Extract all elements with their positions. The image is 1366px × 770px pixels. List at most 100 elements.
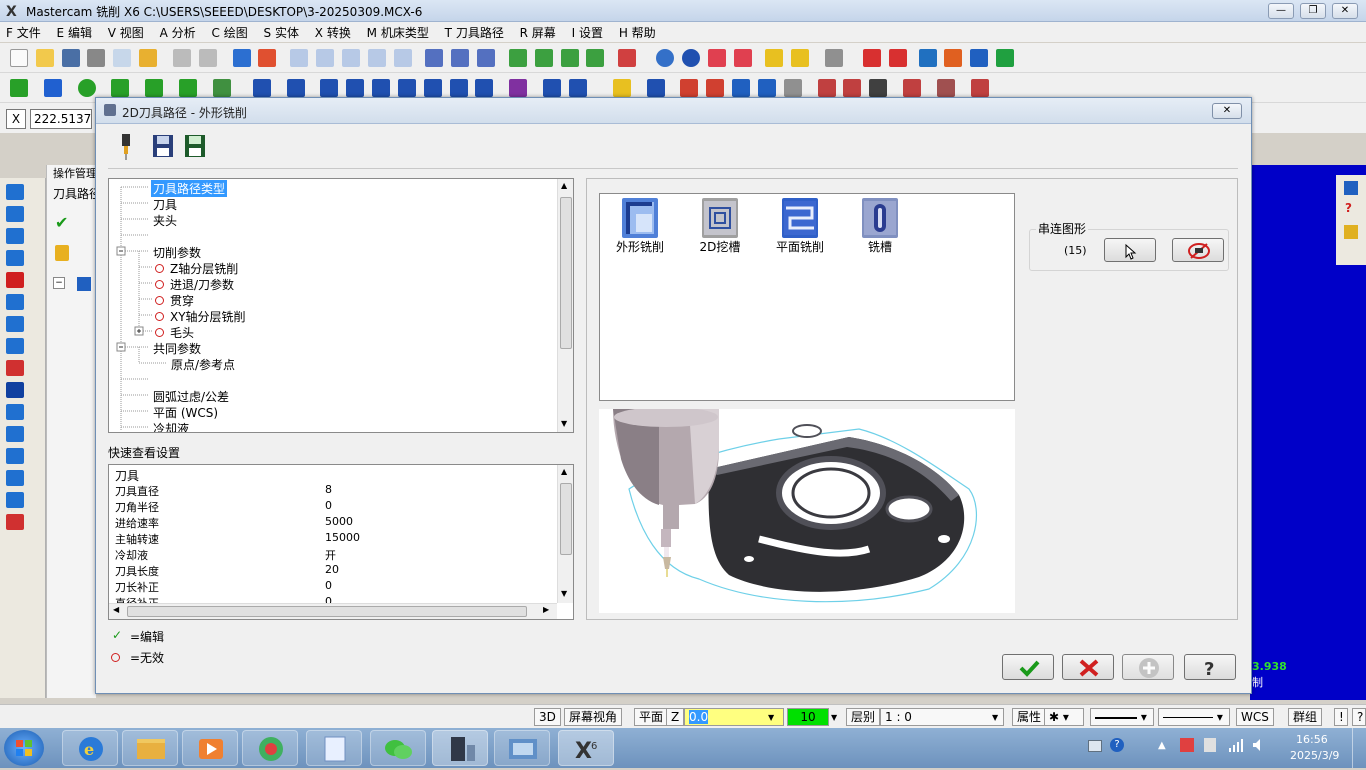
x-coordinate-field[interactable]: 222.5137 xyxy=(30,109,92,129)
tree-collapse-icon[interactable]: − xyxy=(53,277,65,289)
menu-help[interactable]: H 帮助 xyxy=(613,22,662,43)
move-icon[interactable] xyxy=(232,49,251,67)
warning-button[interactable]: ! xyxy=(1334,708,1348,726)
view-top-icon[interactable] xyxy=(534,49,553,67)
folder-icon[interactable] xyxy=(1344,225,1358,239)
volume-tray-icon[interactable] xyxy=(1252,738,1266,752)
print-icon[interactable] xyxy=(87,49,106,67)
menu-file[interactable]: F 文件 xyxy=(0,22,47,43)
menu-analyze[interactable]: A 分析 xyxy=(154,22,202,43)
transform-icon[interactable] xyxy=(918,49,937,67)
scroll-down-icon[interactable]: ▼ xyxy=(561,589,567,598)
clock-date[interactable]: 2025/3/9 xyxy=(1290,749,1339,762)
help-tray-icon[interactable]: ? xyxy=(1110,738,1124,752)
table-icon[interactable] xyxy=(680,79,699,97)
line-style-dropdown[interactable]: ▾ xyxy=(1090,708,1154,726)
point-icon[interactable] xyxy=(10,79,28,97)
curve-icon[interactable] xyxy=(509,79,528,97)
surface-icon[interactable] xyxy=(732,79,751,97)
box-solid-icon[interactable] xyxy=(6,382,24,398)
group-button[interactable]: 群组 xyxy=(1288,708,1323,726)
close-button[interactable]: ✕ xyxy=(1332,3,1358,19)
z-label[interactable]: Z xyxy=(666,708,684,726)
rectangle-icon[interactable] xyxy=(111,79,130,97)
zoom-window-icon[interactable] xyxy=(316,49,335,67)
zoom-target-icon[interactable] xyxy=(393,49,412,67)
show-desktop-button[interactable] xyxy=(1352,728,1366,768)
help-icon[interactable]: ? xyxy=(1345,201,1352,215)
ruler-icon[interactable] xyxy=(757,79,776,97)
new-file-icon[interactable] xyxy=(10,49,28,67)
zoom-in-icon[interactable] xyxy=(341,49,360,67)
export-icon[interactable] xyxy=(995,49,1014,67)
break-icon[interactable] xyxy=(286,79,305,97)
arc-icon[interactable] xyxy=(6,228,24,244)
save-params-icon[interactable] xyxy=(152,134,174,158)
redo-icon[interactable] xyxy=(198,49,217,67)
solid-red-icon[interactable] xyxy=(6,272,24,288)
scroll-up-icon[interactable]: ▲ xyxy=(561,181,567,190)
maximize-button[interactable]: ❐ xyxy=(1300,3,1326,19)
gear-icon[interactable] xyxy=(1344,181,1358,195)
explorer-icon[interactable] xyxy=(122,730,178,766)
scroll-up-icon[interactable]: ▲ xyxy=(561,467,567,476)
pin-icon[interactable] xyxy=(825,49,844,67)
menu-machine-type[interactable]: M 机床类型 xyxy=(361,22,435,43)
scroll-down-icon[interactable]: ▼ xyxy=(561,419,567,428)
import-icon[interactable] xyxy=(6,448,24,464)
dimension-icon[interactable] xyxy=(543,79,562,97)
level-label[interactable]: 层别 xyxy=(846,708,881,726)
level-field[interactable]: 10 xyxy=(787,708,829,726)
eraser-icon[interactable] xyxy=(707,49,726,67)
media-player-icon[interactable] xyxy=(182,730,238,766)
tool-icon[interactable] xyxy=(970,79,989,97)
tree-scroll-thumb[interactable] xyxy=(560,197,572,349)
quickview-hscrollbar[interactable]: ◀ ▶ xyxy=(109,603,557,619)
tray-expand-icon[interactable]: ▲ xyxy=(1158,740,1166,751)
minimize-button[interactable]: — xyxy=(1268,3,1294,19)
trim-icon[interactable] xyxy=(252,79,271,97)
lightbulb-icon[interactable] xyxy=(612,79,631,97)
lock-icon[interactable] xyxy=(55,245,69,261)
menu-xform[interactable]: X 转换 xyxy=(309,22,357,43)
tree-item-arc-filter[interactable]: 圆弧过虑/公差 xyxy=(153,388,229,405)
x-coordinate-label[interactable]: X xyxy=(6,109,26,129)
menu-view[interactable]: V 视图 xyxy=(102,22,150,43)
tree-item-multi-passes[interactable]: XY轴分层铣削 xyxy=(155,308,246,325)
menu-screen[interactable]: R 屏幕 xyxy=(514,22,562,43)
analyze-icon[interactable] xyxy=(258,49,277,67)
quickview-vscrollbar[interactable]: ▲ ▼ xyxy=(557,465,573,603)
menu-toolpaths[interactable]: T 刀具路径 xyxy=(439,22,510,43)
layer-icon[interactable] xyxy=(6,404,24,420)
brush-icon[interactable] xyxy=(139,49,158,67)
chamfer-icon[interactable] xyxy=(179,79,198,97)
scale-icon[interactable] xyxy=(397,79,416,97)
translate-icon[interactable] xyxy=(449,79,468,97)
shade-icon[interactable] xyxy=(6,316,24,332)
pencil-multi-icon[interactable] xyxy=(791,49,810,67)
browser-icon[interactable] xyxy=(242,730,298,766)
keyboard-icon[interactable] xyxy=(1088,740,1102,752)
circle-icon[interactable] xyxy=(77,79,96,97)
view-3d-button[interactable]: 3D xyxy=(534,708,561,726)
tree-item-planes[interactable]: 平面 (WCS) xyxy=(153,404,218,421)
sim-verify-icon[interactable] xyxy=(817,79,836,97)
down-arrow-icon[interactable] xyxy=(6,250,24,266)
operations-manager-tab[interactable]: 操作管理 xyxy=(53,165,101,179)
sigma-icon[interactable] xyxy=(970,49,989,67)
list-icon[interactable] xyxy=(706,79,725,97)
line-icon[interactable] xyxy=(43,79,62,97)
document-icon[interactable] xyxy=(306,730,362,766)
pencil-icon[interactable] xyxy=(765,49,784,67)
offset-icon[interactable] xyxy=(372,79,391,97)
tree-item-tool[interactable]: 刀具 xyxy=(153,196,177,213)
attributes-button[interactable]: 属性 xyxy=(1012,708,1047,726)
network-app-icon[interactable] xyxy=(494,730,550,766)
tree-item-lead-in-out[interactable]: 进退/刀参数 xyxy=(155,276,234,293)
undo-icon[interactable] xyxy=(172,49,191,67)
menu-solids[interactable]: S 实体 xyxy=(258,22,305,43)
quickview-scroll-thumb[interactable] xyxy=(560,483,572,555)
solid-icon[interactable] xyxy=(212,79,231,97)
mastercam-task-icon[interactable]: X6 xyxy=(558,730,614,766)
level-ratio-dropdown[interactable]: 1 : 0 xyxy=(880,708,1004,726)
